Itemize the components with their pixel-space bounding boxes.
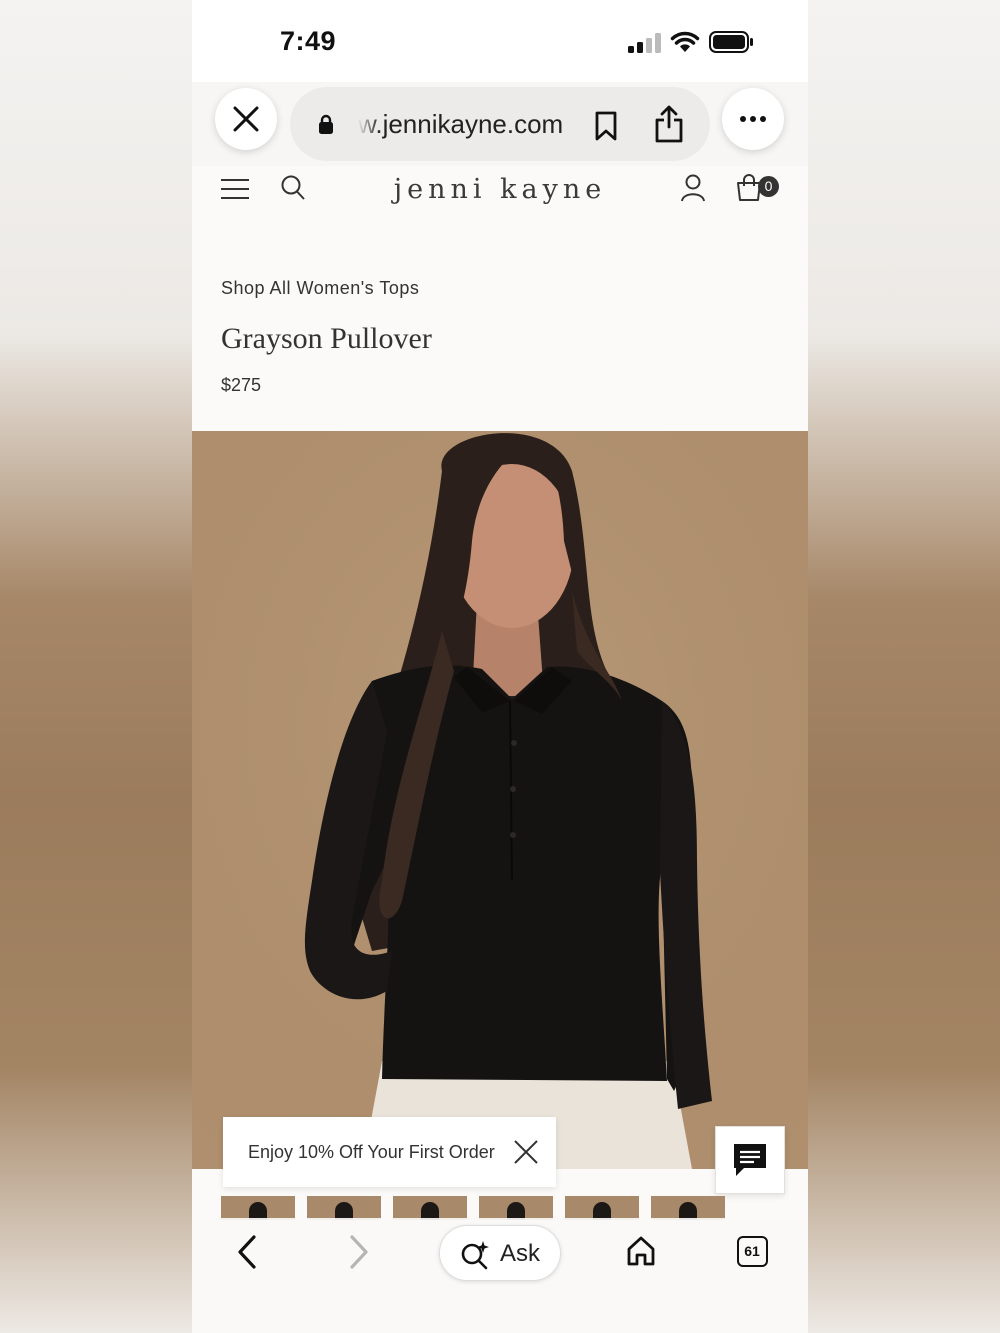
browser-bottom-bar: Ask 61 bbox=[192, 1218, 808, 1333]
ai-search-icon bbox=[461, 1241, 489, 1270]
bookmark-icon[interactable] bbox=[594, 111, 618, 141]
thumbnail[interactable] bbox=[221, 1196, 295, 1220]
tabs-button[interactable]: 61 bbox=[737, 1236, 768, 1267]
ask-button[interactable]: Ask bbox=[439, 1225, 561, 1281]
battery-icon bbox=[709, 31, 753, 53]
thumbnail-strip bbox=[221, 1196, 781, 1220]
close-icon[interactable] bbox=[513, 1139, 539, 1165]
thumbnail[interactable] bbox=[651, 1196, 725, 1220]
url-fade bbox=[358, 103, 380, 143]
close-icon bbox=[233, 106, 259, 132]
status-bar: 7:49 bbox=[192, 0, 808, 82]
cart-count-badge: 0 bbox=[758, 176, 779, 197]
lock-icon bbox=[319, 114, 333, 134]
tabs-count: 61 bbox=[744, 1243, 760, 1259]
home-icon[interactable] bbox=[626, 1236, 656, 1266]
clock: 7:49 bbox=[280, 26, 337, 56]
address-bar[interactable]: w.jennikayne.com bbox=[290, 87, 710, 161]
thumbnail[interactable] bbox=[479, 1196, 553, 1220]
promo-banner[interactable]: Enjoy 10% Off Your First Order bbox=[223, 1117, 556, 1187]
thumbnail[interactable] bbox=[565, 1196, 639, 1220]
product-image[interactable] bbox=[192, 431, 808, 1169]
product-price: $275 bbox=[221, 375, 262, 395]
share-icon[interactable] bbox=[654, 105, 684, 143]
brand-logo[interactable]: jenni kayne bbox=[192, 174, 808, 205]
forward-arrow-icon[interactable] bbox=[344, 1234, 372, 1270]
browser-toolbar: w.jennikayne.com bbox=[192, 82, 808, 166]
thumbnail[interactable] bbox=[393, 1196, 467, 1220]
back-arrow-icon[interactable] bbox=[234, 1234, 262, 1270]
more-options-button[interactable] bbox=[722, 88, 784, 150]
thumbnail[interactable] bbox=[307, 1196, 381, 1220]
cellular-signal-icon bbox=[628, 33, 661, 53]
breadcrumb[interactable]: Shop All Women's Tops bbox=[221, 278, 419, 299]
more-icon bbox=[740, 116, 766, 122]
phone-screen: 7:49 w.jennikayne.com jenni kayne 0 Shop… bbox=[192, 0, 808, 1333]
site-header: jenni kayne 0 bbox=[192, 166, 808, 222]
wifi-icon bbox=[670, 31, 700, 52]
account-icon[interactable] bbox=[680, 174, 706, 202]
model-photo bbox=[192, 431, 808, 1169]
promo-text: Enjoy 10% Off Your First Order bbox=[248, 1142, 495, 1162]
close-tab-button[interactable] bbox=[215, 88, 277, 150]
chat-button[interactable] bbox=[715, 1126, 785, 1194]
chat-icon bbox=[734, 1144, 766, 1176]
product-title: Grayson Pullover bbox=[221, 322, 432, 355]
url-text: w.jennikayne.com bbox=[358, 109, 564, 139]
ask-label: Ask bbox=[500, 1240, 541, 1267]
